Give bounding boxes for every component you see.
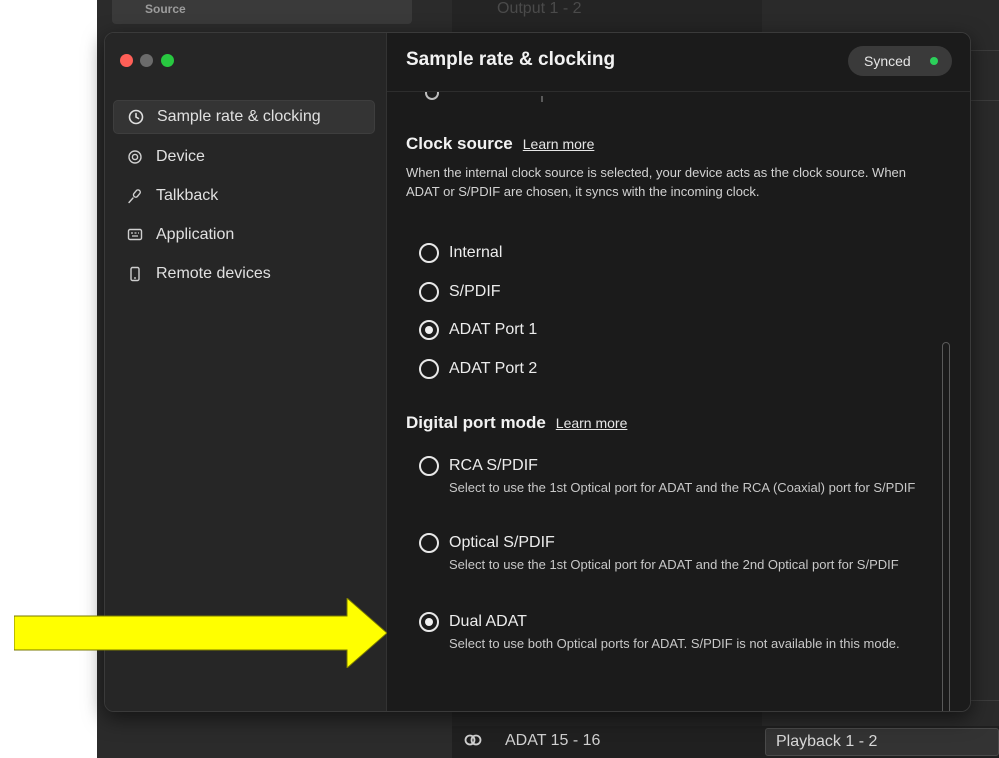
sidebar-item-label: Sample rate & clocking [157, 108, 321, 125]
radio-label: Internal [449, 244, 503, 261]
radio-button[interactable] [419, 359, 439, 379]
radio-button-selected[interactable] [419, 320, 439, 340]
radio-button[interactable] [419, 282, 439, 302]
digital-port-mode-title: Digital port mode [406, 413, 546, 432]
link-rings-icon [464, 733, 482, 750]
application-icon [126, 226, 144, 244]
radio-button[interactable] [419, 456, 439, 476]
clock-source-title: Clock source [406, 134, 513, 153]
radio-button[interactable] [419, 243, 439, 263]
clock-source-heading: Clock source Learn more [406, 134, 594, 154]
settings-content: Sample rate & clocking Synced Clock sour… [387, 33, 970, 711]
minimize-window-button[interactable] [140, 54, 153, 67]
clock-source-description: When the internal clock source is select… [406, 165, 907, 199]
background-output-label: Output 1 - 2 [497, 0, 582, 17]
playback-select[interactable]: Playback 1 - 2 [765, 728, 999, 756]
radio-label: Dual ADAT [449, 613, 527, 630]
zoom-window-button[interactable] [161, 54, 174, 67]
sidebar-item-remote-devices[interactable]: Remote devices [113, 257, 375, 291]
sidebar-item-label: Application [156, 226, 235, 243]
background-source-label: Source [145, 2, 186, 16]
partially-hidden-mark [541, 96, 543, 102]
close-window-button[interactable] [120, 54, 133, 67]
sidebar-item-label: Device [156, 148, 205, 165]
radio-button[interactable] [419, 533, 439, 553]
radio-label: RCA S/PDIF [449, 457, 538, 474]
sidebar-item-application[interactable]: Application [113, 218, 375, 252]
digital-port-mode-heading: Digital port mode Learn more [406, 413, 627, 433]
annotation-arrow-icon [14, 598, 387, 668]
sidebar-item-label: Remote devices [156, 265, 271, 282]
radio-label: ADAT Port 1 [449, 321, 538, 338]
port-mode-option-rca-spdif[interactable]: RCA S/PDIF Select to use the 1st Optical… [419, 456, 929, 497]
microphone-icon [126, 187, 144, 205]
sidebar-item-label: Talkback [156, 187, 219, 204]
scrollbar[interactable] [942, 342, 950, 711]
sidebar-item-sample-rate[interactable]: Sample rate & clocking [113, 100, 375, 134]
port-mode-option-optical-spdif[interactable]: Optical S/PDIF Select to use the 1st Opt… [419, 533, 929, 574]
settings-scroll-area[interactable]: Clock source Learn more When the internal… [387, 92, 970, 711]
radio-label: ADAT Port 2 [449, 360, 538, 377]
background-routing-row[interactable]: ADAT 15 - 16 Playback 1 - 2 [452, 726, 999, 758]
radio-description: Select to use both Optical ports for ADA… [449, 636, 900, 651]
port-mode-option-dual-adat[interactable]: Dual ADAT Select to use both Optical por… [419, 612, 929, 653]
page-title: Sample rate & clocking [406, 49, 616, 70]
clock-option-adat-port-2[interactable]: ADAT Port 2 [419, 359, 537, 379]
radio-description: Select to use the 1st Optical port for A… [449, 480, 916, 495]
sync-status-label: Synced [864, 53, 911, 69]
radio-label: S/PDIF [449, 283, 501, 300]
clock-option-internal[interactable]: Internal [419, 243, 502, 263]
digital-port-mode-learn-more-link[interactable]: Learn more [556, 415, 628, 431]
sync-status-badge: Synced [848, 46, 952, 76]
radio-button-selected[interactable] [419, 612, 439, 632]
device-icon [126, 148, 144, 166]
background-source-bar: Source [112, 0, 412, 24]
playback-select-value: Playback 1 - 2 [776, 733, 878, 750]
sidebar-item-talkback[interactable]: Talkback [113, 179, 375, 213]
sync-status-dot-icon [930, 57, 938, 65]
clock-option-adat-port-1[interactable]: ADAT Port 1 [419, 320, 537, 340]
clock-icon [127, 108, 145, 126]
phone-icon [126, 265, 144, 283]
partially-hidden-radio [425, 92, 439, 100]
radio-label: Optical S/PDIF [449, 534, 555, 551]
clock-option-spdif[interactable]: S/PDIF [419, 282, 501, 302]
clock-source-learn-more-link[interactable]: Learn more [523, 136, 595, 152]
radio-description: Select to use the 1st Optical port for A… [449, 557, 899, 572]
sidebar-item-device[interactable]: Device [113, 140, 375, 174]
background-routing-label: ADAT 15 - 16 [505, 732, 601, 749]
